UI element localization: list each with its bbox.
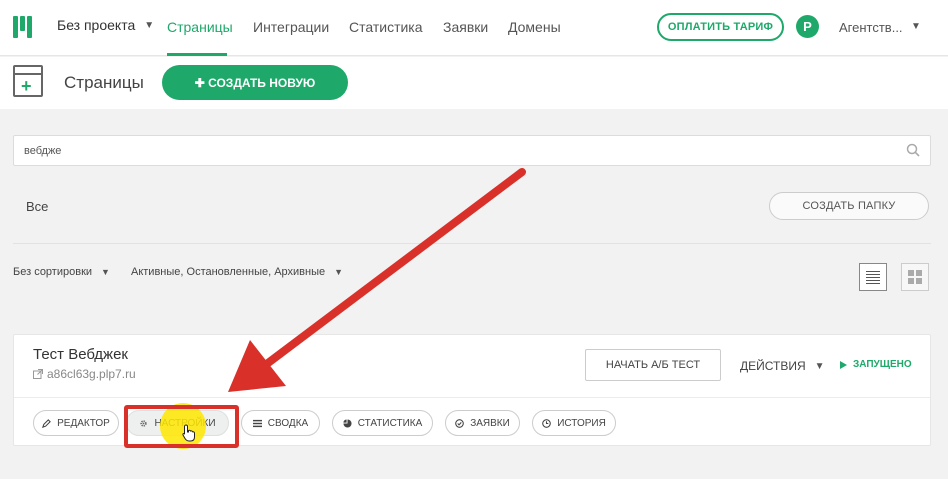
nav-item-integrations[interactable]: Интеграции [253, 19, 329, 35]
tab-statistics-label: СТАТИСТИКА [357, 417, 423, 429]
tab-leads-label: ЗАЯВКИ [470, 417, 510, 429]
status-badge: ЗАПУЩЕНО [840, 359, 912, 370]
create-folder-button[interactable]: СОЗДАТЬ ПАПКУ [769, 192, 929, 220]
sort-label: Без сортировки [13, 266, 93, 278]
actions-dropdown[interactable]: ДЕЙСТВИЯ ▼ [740, 359, 825, 373]
tab-editor-label: РЕДАКТОР [57, 417, 110, 429]
folder-all[interactable]: Все [26, 199, 48, 214]
status-label: ЗАПУЩЕНО [853, 359, 912, 370]
project-selector[interactable]: Без проекта ▼ [57, 17, 154, 33]
tab-statistics[interactable]: СТАТИСТИКА [332, 410, 433, 436]
pie-chart-icon [343, 418, 352, 428]
tab-history-label: ИСТОРИЯ [557, 417, 606, 429]
pay-tariff-button[interactable]: ОПЛАТИТЬ ТАРИФ [657, 13, 784, 41]
account-name[interactable]: Агентств... [839, 20, 903, 35]
nav-item-leads[interactable]: Заявки [443, 19, 488, 35]
page-title: Страницы [64, 73, 144, 92]
page-card-title[interactable]: Тест Вебджек [33, 346, 128, 363]
search-icon[interactable] [906, 143, 920, 157]
status-filter-dropdown[interactable]: Активные, Остановленные, Архивные ▼ [131, 266, 343, 278]
nav-item-pages[interactable]: Страницы [167, 19, 233, 35]
clock-icon [542, 418, 552, 428]
chevron-down-icon: ▼ [101, 267, 110, 277]
avatar[interactable]: P [796, 15, 819, 38]
tab-history[interactable]: ИСТОРИЯ [532, 410, 616, 436]
play-icon [840, 360, 847, 369]
nav-item-domains[interactable]: Домены [508, 19, 561, 35]
tab-summary-label: СВОДКА [267, 417, 309, 429]
hand-pointer-icon [182, 424, 195, 442]
chevron-down-icon[interactable]: ▼ [911, 21, 921, 32]
divider [13, 243, 931, 244]
page-header: + Страницы ✚ СОЗДАТЬ НОВУЮ [0, 57, 948, 109]
sort-dropdown[interactable]: Без сортировки ▼ [13, 266, 110, 278]
start-ab-test-button[interactable]: НАЧАТЬ А/Б ТЕСТ [585, 349, 721, 381]
project-name: Без проекта [57, 17, 136, 33]
tab-summary[interactable]: СВОДКА [241, 410, 320, 436]
chevron-down-icon: ▼ [144, 19, 155, 31]
list-view-icon[interactable] [859, 263, 887, 291]
grid-view-icon[interactable] [901, 263, 929, 291]
status-filter-label: Активные, Остановленные, Архивные [131, 266, 326, 278]
tab-leads[interactable]: ЗАЯВКИ [445, 410, 520, 436]
chevron-down-icon: ▼ [814, 360, 825, 372]
create-new-button[interactable]: ✚ СОЗДАТЬ НОВУЮ [162, 65, 348, 100]
page-add-icon: + [13, 65, 43, 97]
check-circle-icon [455, 418, 465, 428]
page-domain: a86cl63g.plp7.ru [47, 367, 136, 381]
external-link-icon [33, 369, 43, 379]
tab-editor[interactable]: РЕДАКТОР [33, 410, 119, 436]
page-domain-link[interactable]: a86cl63g.plp7.ru [33, 367, 136, 381]
chevron-down-icon: ▼ [334, 267, 344, 277]
search-bar [13, 135, 931, 166]
active-tab-indicator [167, 53, 227, 56]
actions-label: ДЕЙСТВИЯ [740, 359, 806, 373]
search-input[interactable] [24, 136, 904, 165]
logo-icon[interactable] [13, 16, 33, 38]
pencil-icon [42, 418, 52, 428]
card-divider [14, 397, 930, 398]
top-navigation: Без проекта ▼ Страницы Интеграции Статис… [0, 0, 948, 56]
nav-item-statistics[interactable]: Статистика [349, 19, 423, 35]
list-icon [252, 419, 262, 427]
